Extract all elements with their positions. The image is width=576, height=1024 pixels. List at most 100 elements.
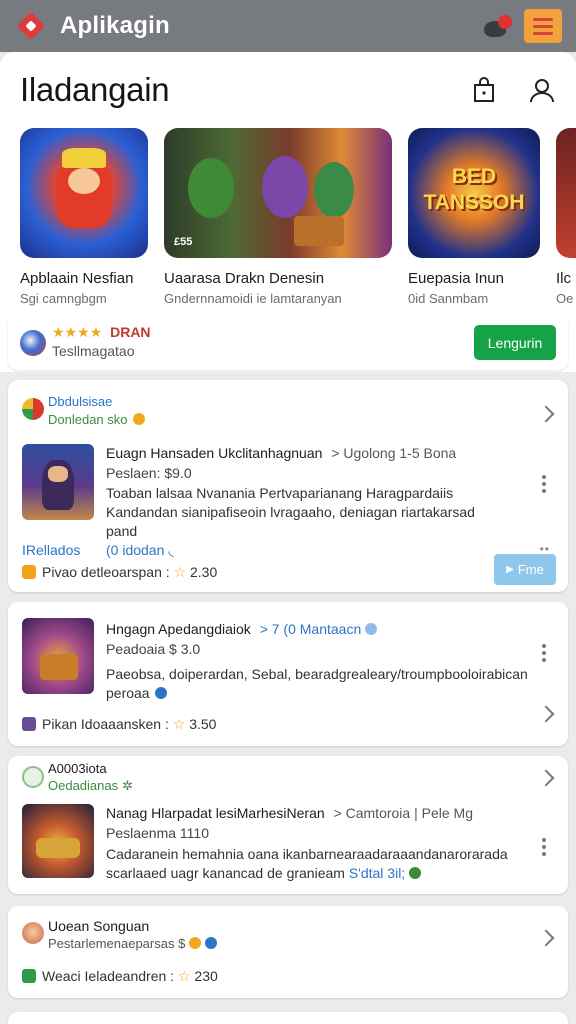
rating-subtitle: Tesllmagatao bbox=[52, 343, 135, 359]
app-description-line: Toaban lalsaa Nvanania Pertvaparianang H… bbox=[106, 485, 454, 501]
more-options-button[interactable] bbox=[542, 475, 546, 493]
footer-row: Pikan Idoaaansken : ☆ 3.50 bbox=[22, 716, 216, 733]
page-title: Iladangain bbox=[20, 71, 170, 108]
app-description-line: Paeobsa, doiperardan, Sebal, bearadgreal… bbox=[106, 666, 528, 682]
chevron-right-icon[interactable] bbox=[537, 705, 555, 723]
game-thumbnail bbox=[556, 128, 576, 258]
game-logo-text: BED TANSSOH bbox=[423, 165, 525, 214]
app-card-peek bbox=[8, 1012, 568, 1024]
footer-rating: 230 bbox=[194, 968, 218, 984]
shopping-bag-button[interactable] bbox=[464, 70, 504, 110]
section-logo-icon bbox=[22, 398, 44, 420]
hero-hat-art bbox=[62, 148, 106, 168]
profile-button[interactable] bbox=[522, 70, 562, 110]
footer-row: Weaci Ieladeandren : ☆ 230 bbox=[22, 968, 218, 985]
carousel-item[interactable]: Apblaain Nesfian Sgi camngbgm bbox=[20, 128, 148, 318]
app-price: Peslaenma 1110 bbox=[106, 825, 209, 841]
app-title-row: Hngagn Apedangdiaiok > 7 (0 Mantaacn bbox=[106, 621, 378, 637]
section-subtitle-row: Oedadianas ✲ bbox=[48, 778, 133, 794]
app-small-icon bbox=[22, 565, 36, 579]
treasure-chest-art bbox=[40, 654, 78, 680]
app-description-line: scarlaaed uagr kanancad de granieam bbox=[106, 865, 345, 881]
menu-line-icon bbox=[533, 31, 553, 35]
globe-icon bbox=[204, 937, 217, 949]
carousel-item-title: Euepasia Inun bbox=[408, 270, 504, 287]
carousel-item-title: Uaarasa Drakn Denesin bbox=[164, 270, 325, 287]
app-thumbnail[interactable] bbox=[22, 618, 94, 694]
carousel-item-title: Ilc bbox=[556, 270, 571, 287]
install-button[interactable]: Lengurin bbox=[474, 325, 556, 360]
footer-rating: 3.50 bbox=[189, 716, 217, 732]
section-subtitle: Donledan sko bbox=[48, 412, 128, 427]
game-thumbnail: BED TANSSOH bbox=[408, 128, 540, 258]
footer-row: Pivao detleoarspan : ☆ 2.30 bbox=[22, 564, 217, 581]
carousel-item-subtitle: Oe bbox=[556, 291, 574, 306]
more-options-button[interactable] bbox=[542, 644, 546, 662]
section-title: Dbdulsisae bbox=[48, 394, 113, 409]
character-art bbox=[262, 156, 308, 218]
menu-line-icon bbox=[533, 17, 553, 21]
app-card: Hngagn Apedangdiaiok > 7 (0 Mantaacn Pea… bbox=[8, 602, 568, 746]
rating-line: ★★★★ DRAN bbox=[52, 324, 151, 341]
footer-label: Pivao detleoarspan : bbox=[42, 564, 170, 580]
carousel-item[interactable]: Ilc Oe bbox=[556, 128, 576, 318]
refresh-icon: ◟ bbox=[168, 542, 174, 558]
app-bar-title: Aplikagin bbox=[60, 12, 170, 39]
star-icon: ☆ bbox=[177, 968, 191, 984]
footer-label: Weaci Ieladeandren : bbox=[42, 968, 175, 984]
carousel-item-subtitle: Sgi camngbgm bbox=[20, 291, 107, 306]
featured-carousel[interactable]: Apblaain Nesfian Sgi camngbgm £55 Uaaras… bbox=[20, 128, 576, 318]
footer-rating: 2.30 bbox=[189, 564, 218, 580]
app-thumbnail[interactable] bbox=[22, 804, 94, 878]
app-small-icon bbox=[22, 717, 36, 731]
card-title: Uoean Songuan bbox=[48, 918, 150, 934]
treasure-chest-art bbox=[294, 216, 344, 246]
carousel-item-subtitle: Gndernnamoidi ie lamtaranyan bbox=[164, 291, 342, 306]
emoji-icon bbox=[188, 937, 201, 949]
back-button[interactable] bbox=[14, 9, 48, 43]
play-button[interactable]: ▶ Fme bbox=[494, 554, 556, 585]
character-face-art bbox=[48, 466, 68, 482]
card-subtitle: Pestarlemenaeparsas $ bbox=[48, 936, 186, 951]
character-art bbox=[188, 158, 234, 218]
app-description-line: peroaa bbox=[106, 685, 150, 701]
app-description-line: Kandandan sianipafiseoin lvragaaho, deni… bbox=[106, 504, 475, 520]
app-title-row: Nanag Hlarpadat lesiMarhesiNeran > Camto… bbox=[106, 805, 473, 821]
rating-card: ★★★★ DRAN Tesllmagatao Lengurin bbox=[8, 314, 568, 370]
carousel-item-title: Apblaain Nesfian bbox=[20, 270, 134, 287]
back-arrow-icon bbox=[16, 11, 46, 41]
carousel-item[interactable]: £55 Uaarasa Drakn Denesin Gndernnamoidi … bbox=[164, 128, 392, 318]
globe-icon bbox=[409, 867, 422, 879]
rating-stars: ★★★★ bbox=[52, 324, 103, 340]
info-icon bbox=[365, 623, 378, 635]
thumbnail-caption: £55 bbox=[174, 236, 193, 248]
globe-icon bbox=[154, 687, 167, 699]
related-link[interactable]: IRellados bbox=[22, 542, 80, 558]
game-thumbnail bbox=[20, 128, 148, 258]
play-icon: ▶ bbox=[506, 564, 514, 575]
menu-button[interactable] bbox=[524, 9, 562, 43]
more-options-button[interactable] bbox=[542, 838, 546, 856]
rating-tag: DRAN bbox=[110, 324, 151, 340]
chevron-right-icon[interactable] bbox=[537, 405, 555, 423]
carousel-item-subtitle: 0id Sanmbam bbox=[408, 291, 489, 306]
character-art bbox=[314, 162, 354, 218]
shopping-bag-icon bbox=[474, 77, 494, 102]
app-title-row: Euagn Hansaden Ukclitanhagnuan > Ugolong… bbox=[106, 445, 456, 461]
carousel-item[interactable]: BED TANSSOH Euepasia Inun 0id Sanmbam bbox=[408, 128, 540, 318]
details-link-row[interactable]: (0 idodan ◟ bbox=[106, 542, 174, 559]
leaf-icon bbox=[22, 766, 44, 788]
chevron-right-icon[interactable] bbox=[537, 769, 555, 787]
section-subtitle: Oedadianas bbox=[48, 778, 119, 793]
app-thumbnail[interactable] bbox=[22, 444, 94, 520]
page-header: Iladangain bbox=[20, 52, 576, 128]
user-icon bbox=[530, 79, 554, 103]
app-meta: > Ugolong 1-5 Bona bbox=[331, 445, 457, 461]
app-description-line: pand bbox=[106, 523, 138, 539]
footer-label: Pikan Idoaaansken : bbox=[42, 716, 169, 732]
notification-button[interactable] bbox=[482, 11, 512, 41]
app-price: Peadoaia $ 3.0 bbox=[106, 641, 201, 657]
chevron-right-icon[interactable] bbox=[537, 929, 555, 947]
star-icon: ☆ bbox=[172, 716, 186, 732]
card-subtitle-row: Pestarlemenaeparsas $ bbox=[48, 936, 217, 951]
